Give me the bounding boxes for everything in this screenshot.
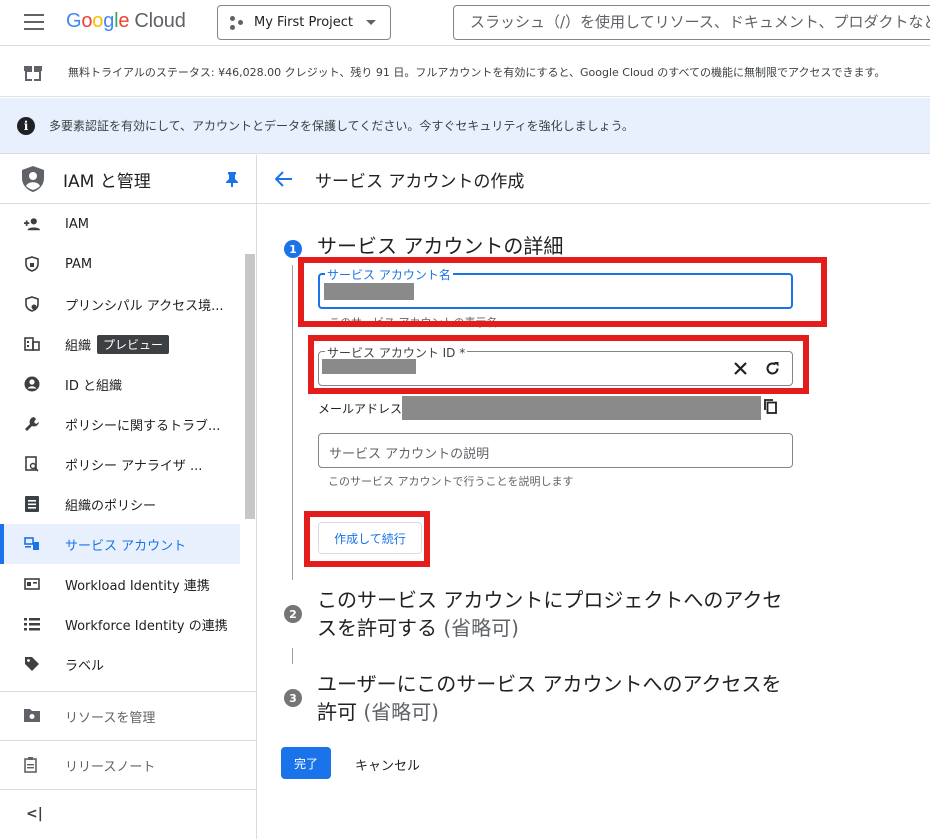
description-hint: このサービス アカウントで行うことを説明します xyxy=(328,475,574,488)
main-header: サービス アカウントの作成 xyxy=(257,155,930,204)
shield-gear-icon xyxy=(24,296,40,312)
email-address-label: メールアドレス: xyxy=(318,402,407,416)
sidebar: IAM と管理 IAM PAM プリンシパル アクセス境... 組織 プレビュー… xyxy=(0,155,257,839)
sidebar-item-label: PAM xyxy=(65,256,93,272)
back-arrow-icon[interactable] xyxy=(275,171,293,187)
service-account-description-field[interactable]: サービス アカウントの説明 xyxy=(318,433,793,468)
step-1-title: サービス アカウントの詳細 xyxy=(317,234,564,258)
sidebar-item-label: 組織 xyxy=(65,338,92,354)
sidebar-header: IAM と管理 xyxy=(0,155,256,204)
sidebar-item-pam[interactable]: PAM xyxy=(0,244,256,284)
sidebar-item-label: ラベル xyxy=(65,658,105,674)
sidebar-item-organization[interactable]: 組織 プレビュー xyxy=(0,324,256,364)
sidebar-item-label: ID と組織 xyxy=(65,378,122,394)
trial-banner-text: 無料トライアルのステータス: ¥46,028.00 クレジット、残り 91 日。… xyxy=(68,65,886,79)
release-notes-icon xyxy=(24,757,40,773)
page-title: サービス アカウントの作成 xyxy=(315,171,525,192)
info-icon: i xyxy=(17,116,35,135)
step-2-optional: (省略可) xyxy=(443,616,519,640)
sidebar-item-label: サービス アカウント xyxy=(65,538,187,554)
sidebar-footer: リソースを管理 リリースノート <| xyxy=(0,691,256,838)
collapse-sidebar-button[interactable]: <| xyxy=(0,789,256,838)
mfa-banner: i 多要素認証を有効にして、アカウントとデータを保護してください。今すぐセキュリ… xyxy=(0,98,930,154)
description-placeholder: サービス アカウントの説明 xyxy=(329,447,490,462)
search-input[interactable]: スラッシュ（/）を使用してリソース、ドキュメント、プロダクトなど xyxy=(453,5,930,40)
top-bar: Google Cloud My First Project スラッシュ（/）を使用… xyxy=(0,0,930,46)
iam-shield-icon xyxy=(21,165,45,193)
release-notes-label: リリースノート xyxy=(65,759,156,775)
folder-gear-icon xyxy=(24,708,40,724)
person-add-icon xyxy=(24,216,40,232)
step-2-title[interactable]: このサービス アカウントにプロジェクトへのアクセ スを許可する (省略可) xyxy=(317,586,782,642)
preview-badge: プレビュー xyxy=(97,334,170,354)
trial-banner: 無料トライアルのステータス: ¥46,028.00 クレジット、残り 91 日。… xyxy=(0,47,930,97)
project-name: My First Project xyxy=(254,15,354,30)
sidebar-item-workload-identity[interactable]: Workload Identity 連携 xyxy=(0,564,256,604)
step-3-title[interactable]: ユーザーにこのサービス アカウントへのアクセスを 許可 (省略可) xyxy=(317,670,782,726)
highlight-box xyxy=(298,257,827,327)
sidebar-item-org-policies[interactable]: 組織のポリシー xyxy=(0,484,256,524)
sidebar-item-label: プリンシパル アクセス境... xyxy=(65,298,224,314)
sidebar-nav: IAM PAM プリンシパル アクセス境... 組織 プレビュー ID と組織 … xyxy=(0,204,256,690)
google-cloud-logo[interactable]: Google Cloud xyxy=(66,10,186,33)
step-1-number: 1 xyxy=(284,240,302,258)
sidebar-scrollbar[interactable] xyxy=(245,254,255,519)
sidebar-title: IAM と管理 xyxy=(63,171,151,192)
id-card-icon xyxy=(24,576,40,592)
redacted-email-value xyxy=(402,396,761,420)
done-button[interactable]: 完了 xyxy=(281,747,331,779)
highlight-box xyxy=(308,335,809,394)
sidebar-item-policy-analyzer[interactable]: ポリシー アナライザ ... xyxy=(0,444,256,484)
gift-icon xyxy=(24,63,42,81)
service-account-icon xyxy=(24,536,40,552)
wrench-icon xyxy=(24,416,40,432)
collapse-icon: <| xyxy=(26,806,43,822)
project-selector[interactable]: My First Project xyxy=(217,5,391,40)
manage-resources-link[interactable]: リソースを管理 xyxy=(0,691,256,740)
step-3-title-line1: ユーザーにこのサービス アカウントへのアクセスを xyxy=(317,672,782,696)
building-icon xyxy=(24,336,40,352)
sidebar-item-label: 組織のポリシー xyxy=(65,498,157,514)
release-notes-link[interactable]: リリースノート xyxy=(0,740,256,789)
shield-lock-icon xyxy=(24,256,40,272)
step-3-optional: (省略可) xyxy=(363,700,439,724)
highlight-box xyxy=(304,511,430,567)
project-icon xyxy=(230,15,244,30)
cancel-button[interactable]: キャンセル xyxy=(355,755,420,774)
sidebar-item-policy-troubleshooter[interactable]: ポリシーに関するトラブ... xyxy=(0,404,256,444)
step-3-title-line2: 許可 xyxy=(317,700,357,724)
dropdown-caret-icon xyxy=(366,20,376,25)
list-doc-icon xyxy=(24,496,40,512)
step-2-title-line2: スを許可する xyxy=(317,616,437,640)
sidebar-item-label: IAM xyxy=(65,216,89,232)
sidebar-item-label: Workforce Identity の連携 xyxy=(65,618,228,634)
doc-search-icon xyxy=(24,456,40,472)
copy-icon[interactable] xyxy=(764,399,777,414)
manage-resources-label: リソースを管理 xyxy=(65,710,156,726)
sidebar-item-service-accounts[interactable]: サービス アカウント xyxy=(0,524,240,564)
pin-icon[interactable] xyxy=(226,171,238,187)
step-3-number: 3 xyxy=(284,689,302,707)
sidebar-item-workforce-identity[interactable]: Workforce Identity の連携 xyxy=(0,604,256,644)
sidebar-item-principal-access[interactable]: プリンシパル アクセス境... xyxy=(0,284,256,324)
list-icon xyxy=(24,616,40,632)
sidebar-item-id-and-org[interactable]: ID と組織 xyxy=(0,364,256,404)
step-2-connector xyxy=(292,648,293,664)
sidebar-item-label: ポリシーに関するトラブ... xyxy=(65,418,221,434)
main-panel: サービス アカウントの作成 1 サービス アカウントの詳細 サービス アカウント… xyxy=(257,155,930,839)
sidebar-item-label: ポリシー アナライザ ... xyxy=(65,458,203,474)
step-2-title-line1: このサービス アカウントにプロジェクトへのアクセ xyxy=(317,588,783,612)
step-2-number: 2 xyxy=(284,605,302,623)
mfa-banner-text: 多要素認証を有効にして、アカウントとデータを保護してください。今すぐセキュリティ… xyxy=(49,119,634,133)
tag-icon xyxy=(24,656,40,672)
sidebar-item-label: Workload Identity 連携 xyxy=(65,578,210,594)
sidebar-item-labels[interactable]: ラベル xyxy=(0,644,256,684)
step-1-connector xyxy=(292,265,293,580)
account-circle-icon xyxy=(24,376,40,392)
hamburger-menu-icon[interactable] xyxy=(24,14,44,30)
sidebar-item-iam[interactable]: IAM xyxy=(0,204,256,244)
